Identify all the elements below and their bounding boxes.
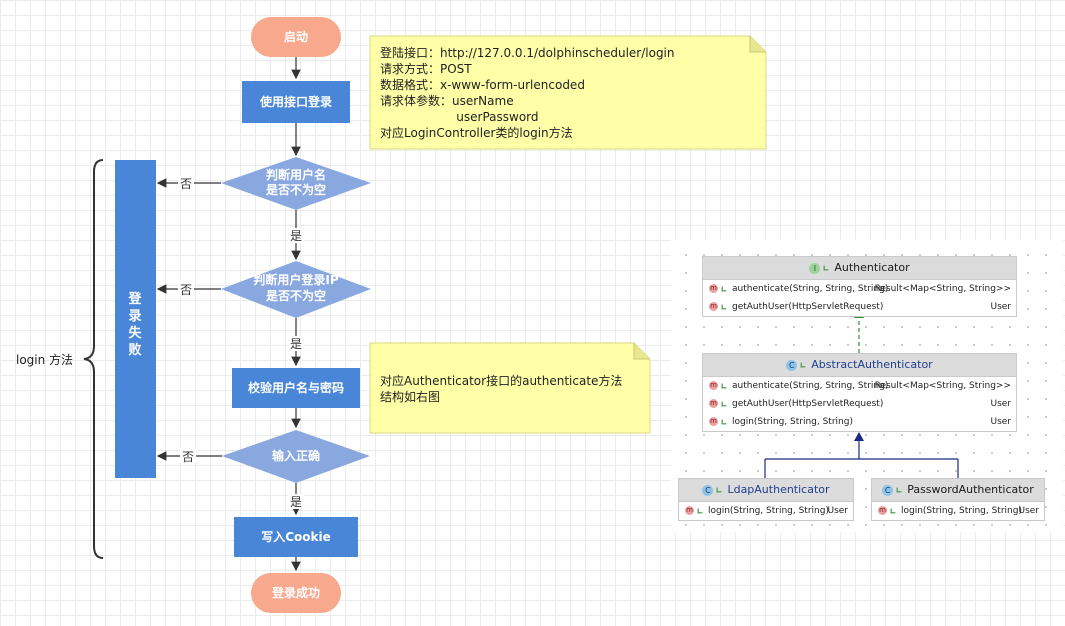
method-return: Result<Map<String, String>> [874, 284, 1011, 294]
method-return: User [990, 417, 1011, 427]
brace-label: login 方法 [16, 352, 73, 367]
abstract-method-2[interactable]: m getAuthUser(HttpServletRequest) User [703, 395, 1016, 413]
note2-line-2: 结构如右图 [380, 389, 440, 404]
method-signature: login(String, String, String) [732, 417, 853, 427]
check-ip-label-1: 判断用户登录IP [253, 272, 338, 287]
yes-label-1: 是 [290, 229, 302, 243]
start-label: 启动 [284, 29, 308, 44]
method-icon: m [709, 399, 718, 408]
write-cookie-label: 写入Cookie [261, 530, 331, 544]
password-authenticator-header: C PasswordAuthenticator [872, 479, 1044, 502]
fail-char-1: 登 [127, 291, 142, 307]
note1-line-4: 请求体参数：userName [380, 93, 514, 108]
abstract-method-3[interactable]: m login(String, String, String) User [703, 413, 1016, 431]
abstract-authenticator-name: AbstractAuthenticator [811, 358, 933, 371]
fail-char-3: 失 [128, 325, 142, 341]
public-icon [896, 487, 902, 493]
public-icon [890, 508, 896, 513]
fail-char-2: 录 [128, 309, 141, 324]
public-icon [721, 304, 727, 309]
no-label-2: 否 [180, 283, 192, 297]
note1-line-1: 登陆接口：http://127.0.0.1/dolphinscheduler/l… [380, 45, 675, 60]
password-authenticator-class[interactable]: C PasswordAuthenticator m login(String, St… [871, 478, 1045, 521]
public-icon [721, 286, 727, 291]
fail-char-4: 败 [128, 343, 141, 358]
method-signature: authenticate(String, String, String) [732, 381, 889, 391]
connectors [156, 57, 301, 572]
authenticator-name: Authenticator [834, 261, 910, 274]
ldap-method-1[interactable]: m login(String, String, String) User [679, 502, 853, 520]
public-icon [697, 508, 703, 513]
password-method-1[interactable]: m login(String, String, String) User [872, 502, 1044, 520]
check-ip-label-2: 是否不为空 [265, 288, 326, 303]
public-icon [800, 362, 806, 368]
abstract-authenticator-header: C AbstractAuthenticator [703, 354, 1016, 377]
ldap-authenticator-header: C LdapAuthenticator [679, 479, 853, 502]
authenticator-method-1[interactable]: m authenticate(String, String, String) Res… [703, 280, 1016, 298]
method-return: User [990, 399, 1011, 409]
method-icon: m [878, 506, 887, 515]
note1-line-5: userPassword [380, 110, 539, 124]
ldap-authenticator-class[interactable]: C LdapAuthenticator m login(String, String… [678, 478, 854, 521]
authenticator-method-2[interactable]: m getAuthUser(HttpServletRequest) User [703, 298, 1016, 316]
yes-label-2: 是 [290, 337, 302, 351]
method-return: User [827, 506, 848, 516]
public-icon [823, 265, 829, 271]
note-authenticator [369, 342, 651, 434]
check-username-label-2: 是否不为空 [265, 182, 326, 197]
class-icon: C [786, 359, 798, 371]
class-icon: C [702, 484, 714, 496]
authenticator-header: I Authenticator [703, 257, 1016, 280]
method-return: User [990, 302, 1011, 312]
uml-class-diagram: I Authenticator m authenticate(String, Str… [671, 240, 1063, 532]
method-return: User [1018, 506, 1039, 516]
method-icon: m [709, 417, 718, 426]
class-icon: C [882, 484, 894, 496]
abstract-authenticator-class[interactable]: C AbstractAuthenticator m authenticate(Str… [702, 353, 1017, 432]
public-icon [721, 401, 727, 406]
note1-line-6: 对应LoginController类的login方法 [380, 125, 573, 140]
note1-line-3: 数据格式：x-www-form-urlencoded [380, 77, 585, 92]
method-icon: m [685, 506, 694, 515]
interface-icon: I [809, 262, 821, 274]
public-icon [717, 487, 722, 493]
method-return: Result<Map<String, String>> [874, 381, 1011, 391]
note2-line-1: 对应Authenticator接口的authenticate方法 [380, 373, 622, 388]
method-signature: getAuthUser(HttpServletRequest) [732, 399, 884, 409]
verify-label: 校验用户名与密码 [248, 380, 344, 395]
public-icon [721, 383, 727, 388]
password-authenticator-name: PasswordAuthenticator [907, 483, 1034, 496]
method-signature: login(String, String, String) [901, 506, 1022, 516]
ldap-authenticator-name: LdapAuthenticator [727, 483, 830, 496]
method-signature: login(String, String, String) [708, 506, 829, 516]
method-icon: m [709, 284, 718, 293]
authenticator-interface[interactable]: I Authenticator m authenticate(String, Str… [702, 256, 1017, 317]
abstract-method-1[interactable]: m authenticate(String, String, String) Res… [703, 377, 1016, 395]
check-username-label-1: 判断用户名 [266, 167, 326, 182]
login-api-label: 使用接口登录 [259, 94, 332, 109]
method-icon: m [709, 381, 718, 390]
input-correct-label: 输入正确 [272, 448, 320, 463]
method-signature: authenticate(String, String, String) [732, 284, 889, 294]
yes-label-3: 是 [290, 495, 302, 509]
no-label-3: 否 [182, 450, 194, 464]
method-icon: m [709, 302, 718, 311]
no-label-1: 否 [180, 177, 192, 191]
method-signature: getAuthUser(HttpServletRequest) [732, 302, 884, 312]
note1-line-2: 请求方式：POST [380, 61, 472, 76]
public-icon [721, 419, 727, 424]
brace [83, 159, 104, 559]
success-label: 登录成功 [271, 585, 320, 600]
